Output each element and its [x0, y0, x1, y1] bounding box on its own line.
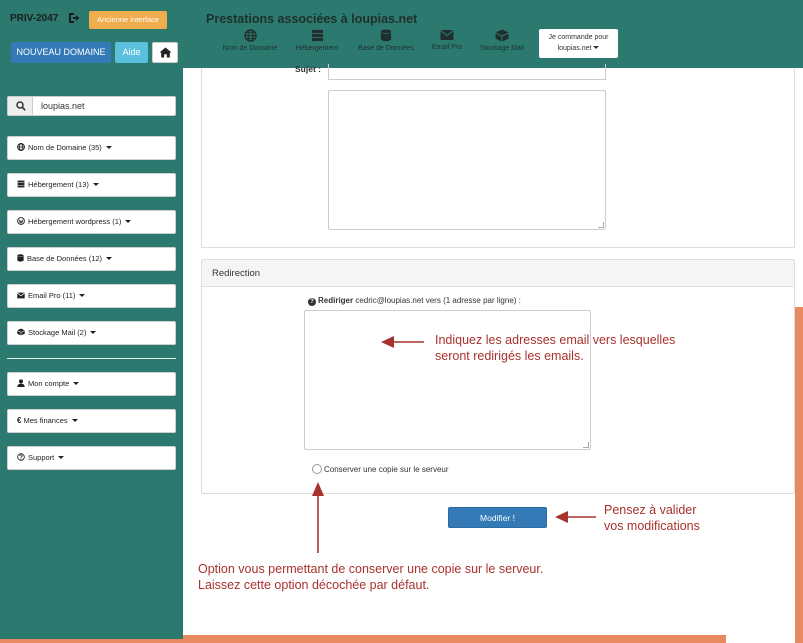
arrow-redirect-hint [381, 336, 424, 348]
annotation-arrows [312, 336, 596, 553]
arrow-validate-hint [555, 511, 596, 523]
arrow-copy-hint [312, 482, 324, 553]
